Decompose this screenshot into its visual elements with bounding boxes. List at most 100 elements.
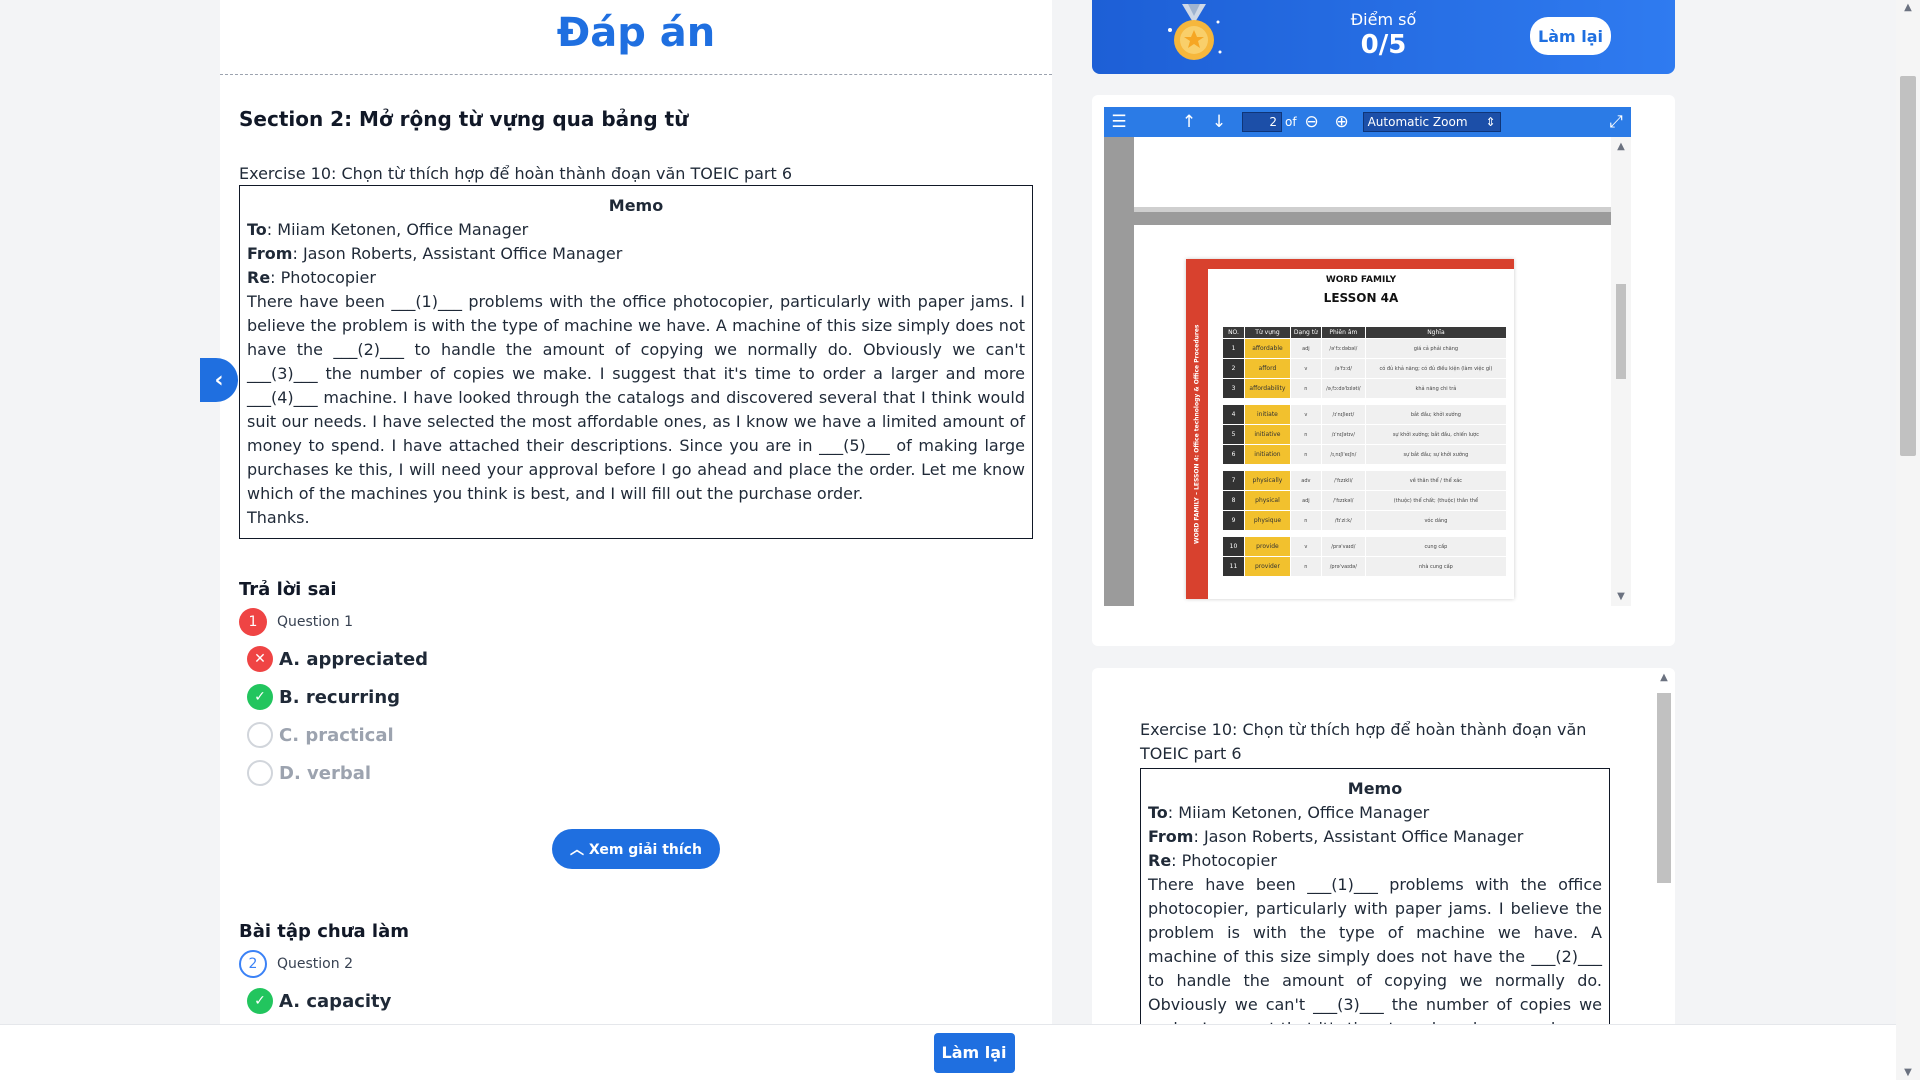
- table-cell-word: initiation: [1244, 444, 1291, 465]
- scroll-up-icon[interactable]: ▲: [1897, 2, 1919, 13]
- page-scrollbar[interactable]: ▲ ▼: [1896, 0, 1920, 1080]
- memo-to: To: Miiam Ketonen, Office Manager: [1148, 801, 1602, 825]
- show-explanation-label: Xem giải thích: [588, 842, 702, 858]
- pdf-scrollbar[interactable]: ▲ ▼: [1611, 137, 1631, 606]
- table-cell-meaning: cung cấp: [1364, 536, 1508, 557]
- sidebar-toggle-icon[interactable]: ☰: [1104, 107, 1134, 137]
- table-cell-ipa: /əˌfɔːdəˈbɪləti/: [1320, 378, 1366, 399]
- table-cell-type: v: [1289, 358, 1322, 379]
- option-label: A. capacity: [279, 990, 392, 1012]
- table-cell-type: adj: [1289, 338, 1322, 359]
- scroll-up-icon[interactable]: ▲: [1610, 141, 1631, 152]
- table-cell-ipa: /ˈfɪzɪkli/: [1320, 470, 1366, 491]
- option-label: A. appreciated: [279, 648, 429, 670]
- section-title: Section 2: Mở rộng từ vựng qua bảng từ: [239, 107, 689, 131]
- table-header: Nghĩa: [1364, 326, 1508, 339]
- table-cell-no: 3: [1222, 378, 1245, 399]
- table-cell-type: adv: [1289, 470, 1322, 491]
- unanswered-heading: Bài tập chưa làm: [239, 921, 409, 942]
- reading-scrollbar[interactable]: ▲ ▼: [1653, 668, 1675, 1051]
- memo-to-label: To: [1148, 803, 1168, 822]
- table-row: 6 initiation n/ɪˌnɪʃiˈeɪʃn/sự bắt đầu; sự …: [1222, 444, 1508, 465]
- retry-button-top[interactable]: Làm lại: [1530, 17, 1611, 55]
- zoom-value: Automatic Zoom: [1367, 115, 1468, 129]
- answer-panel: Đáp án Section 2: Mở rộng từ vựng qua bả…: [220, 0, 1052, 1024]
- table-cell-no: 8: [1222, 490, 1245, 511]
- page-title: Đáp án: [220, 0, 1052, 75]
- question-1-header: 1 Question 1: [239, 608, 1033, 636]
- table-cell-meaning: sự khởi xướng; bắt đầu, chiến lược: [1364, 424, 1508, 445]
- table-body: 1 affordable adj/əˈfɔːdəbəl/giá cả phải ch…: [1222, 338, 1508, 577]
- reading-card: Exercise 10: Chọn từ thích hợp để hoàn t…: [1092, 668, 1675, 1051]
- memo-re: Re: Photocopier: [247, 266, 1025, 290]
- table-cell-ipa: /ɪˈnɪʃieɪt/: [1320, 404, 1366, 425]
- scrollbar-thumb[interactable]: [1616, 284, 1626, 379]
- memo-re-label: Re: [247, 268, 271, 287]
- table-cell-meaning: vóc dáng: [1364, 510, 1508, 531]
- pdf-viewer-card: ☰ ↑ ↓ of ⊖ ⊕ Automatic Zoom ⇕ ⤢ WORD FAM…: [1092, 95, 1675, 646]
- pdf-viewport[interactable]: WORD FAMILY – LESSON 4: Office technolog…: [1104, 137, 1631, 606]
- check-icon: ✓: [247, 684, 273, 710]
- table-cell-ipa: /əˈfɔːdəbəl/: [1320, 338, 1366, 359]
- question-1-option-b: ✓ B. recurring: [247, 678, 1033, 716]
- memo-re-value: : Photocopier: [1171, 851, 1277, 870]
- zoom-out-icon[interactable]: ⊖: [1297, 107, 1327, 137]
- show-explanation-button[interactable]: ︿ Xem giải thích: [552, 829, 720, 869]
- table-cell-meaning: khả năng chi trả: [1364, 378, 1508, 399]
- table-row: 5 initiative n/ɪˈnɪʃətɪv/sự khởi xướng; bắ…: [1222, 424, 1508, 445]
- table-cell-meaning: nhà cung cấp: [1364, 556, 1508, 577]
- zoom-in-icon[interactable]: ⊕: [1327, 107, 1357, 137]
- zoom-select[interactable]: Automatic Zoom ⇕: [1362, 112, 1501, 132]
- memo-from: From: Jason Roberts, Assistant Office Ma…: [247, 242, 1025, 266]
- table-row: 7 physically adv/ˈfɪzɪkli/về thân thể / th…: [1222, 470, 1508, 491]
- table-cell-meaning: có đủ khả năng; có đủ điều kiện (làm việ…: [1364, 358, 1508, 379]
- table-cell-no: 6: [1222, 444, 1245, 465]
- memo-heading: Memo: [1347, 779, 1403, 798]
- wrong-answers-heading: Trả lời sai: [239, 579, 337, 600]
- memo-heading: Memo: [608, 196, 664, 215]
- question-1-number: 1: [239, 608, 267, 636]
- check-icon: ✓: [247, 988, 273, 1014]
- chevron-left-icon: ‹: [214, 367, 224, 393]
- question-2-header: 2 Question 2: [239, 950, 1033, 978]
- table-cell-ipa: /ɪˈnɪʃətɪv/: [1320, 424, 1366, 445]
- table-cell-meaning: sự bắt đầu; sự khởi xướng: [1364, 444, 1508, 465]
- word-family-table: NO. Từ vựng Dạng từ Phiên âm Nghĩa 1 affo…: [1222, 326, 1508, 577]
- question-1-option-a: ✕ A. appreciated: [247, 640, 1033, 678]
- score-bar: Điểm số 0/5 Làm lại: [1092, 0, 1675, 74]
- memo-body: There have been ___(1)___ problems with …: [247, 292, 1025, 503]
- fullscreen-icon[interactable]: ⤢: [1601, 107, 1631, 137]
- pdf-toolbar: ☰ ↑ ↓ of ⊖ ⊕ Automatic Zoom ⇕ ⤢: [1104, 107, 1631, 137]
- memo-re-value: : Photocopier: [270, 268, 376, 287]
- memo-from-value: : Jason Roberts, Assistant Office Manage…: [292, 244, 623, 263]
- table-cell-type: n: [1289, 556, 1322, 577]
- table-cell-type: n: [1289, 378, 1322, 399]
- memo-from-value: : Jason Roberts, Assistant Office Manage…: [1193, 827, 1524, 846]
- memo-to-value: : Miiam Ketonen, Office Manager: [1167, 803, 1430, 822]
- table-cell-word: affordability: [1244, 378, 1291, 399]
- table-header: NO.: [1222, 326, 1245, 339]
- reading-memo-box: Memo To: Miiam Ketonen, Office Manager F…: [1140, 768, 1610, 1051]
- memo-to-label: To: [247, 220, 267, 239]
- option-label: D. verbal: [279, 762, 372, 784]
- chevron-up-icon: ︿: [570, 842, 589, 858]
- reading-exercise-title: Exercise 10: Chọn từ thích hợp để hoàn t…: [1140, 720, 1587, 763]
- memo-re-label: Re: [1148, 851, 1172, 870]
- page-number-input[interactable]: [1242, 112, 1282, 132]
- next-page-icon[interactable]: ↓: [1204, 107, 1234, 137]
- scrollbar-thumb[interactable]: [1900, 76, 1916, 456]
- table-cell-type: v: [1289, 404, 1322, 425]
- memo-box: Memo To: Miiam Ketonen, Office Manager F…: [239, 185, 1033, 539]
- memo-thanks: Thanks.: [247, 508, 310, 527]
- retry-button-bottom[interactable]: Làm lại: [933, 1032, 1015, 1073]
- table-header: Dạng từ: [1289, 326, 1322, 339]
- scroll-down-icon[interactable]: ▼: [1897, 1067, 1919, 1078]
- scroll-up-icon[interactable]: ▲: [1653, 672, 1675, 683]
- memo-from-label: From: [247, 244, 293, 263]
- table-cell-meaning: bắt đầu; khởi xướng: [1364, 404, 1508, 425]
- table-cell-no: 4: [1222, 404, 1245, 425]
- previous-page-icon[interactable]: ↑: [1174, 107, 1204, 137]
- radio-empty-icon: [247, 760, 273, 786]
- scroll-down-icon[interactable]: ▼: [1610, 591, 1631, 602]
- scrollbar-thumb[interactable]: [1657, 693, 1671, 883]
